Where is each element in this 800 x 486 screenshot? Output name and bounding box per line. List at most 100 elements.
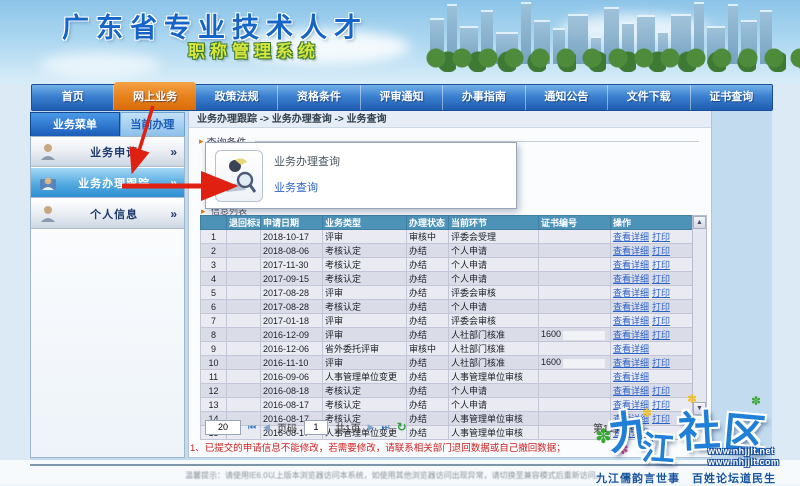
print-link[interactable]: 打印 [652,260,670,270]
scroll-up-icon[interactable]: ▲ [693,216,706,229]
cell-cert-number [539,342,611,356]
cell-business-type: 人事管理单位变更 [323,370,407,384]
cell-operations: 查看详细打印 [611,230,693,244]
cell-status: 审核中 [407,342,449,356]
sidebar-item-business-application[interactable]: 业务申请 » [31,137,184,167]
view-detail-link[interactable]: 查看详细 [613,288,649,298]
cell-current-stage: 评委会审核 [449,286,539,300]
first-page-icon[interactable]: ⏮ [248,422,256,433]
prev-page-icon[interactable]: ◀ [263,422,270,433]
sidebar-item-label: 业务申请 [58,144,170,160]
site-subtitle: 职称管理系统 [188,37,320,62]
table-row: 92016-12-06省外委托评审审核中人社部门核准查看详细 [201,342,693,356]
last-page-icon[interactable]: ⏭ [382,422,390,433]
sidebar-item-business-tracking[interactable]: 业务办理跟踪 » [31,168,184,198]
cloud-decoration [40,52,160,78]
sidebar-tab-current-processing[interactable]: 当前办理 [120,112,185,136]
column-header: 当前环节 [449,216,539,230]
sidebar-tab-business-menu[interactable]: 业务菜单 [30,112,120,136]
nav-tab-8[interactable]: 证书查询 [691,85,772,110]
cell-business-type: 考核认定 [323,244,407,258]
cell-return-flag [227,384,261,398]
cell-current-stage: 个人申请 [449,244,539,258]
nav-tab-4[interactable]: 评审通知 [361,85,443,110]
cell-operations: 查看详细打印 [611,328,693,342]
scroll-down-icon[interactable]: ▼ [693,402,706,415]
refresh-icon[interactable]: ↻ [397,420,407,434]
cell-return-flag [227,272,261,286]
cell-apply-date: 2016-08-18 [261,384,323,398]
cell-operations: 查看详细打印 [611,300,693,314]
column-header: 业务类型 [323,216,407,230]
cell-apply-date: 2018-08-06 [261,244,323,258]
view-detail-link[interactable]: 查看详细 [613,386,649,396]
warning-note: 1、已提交的申请信息不能修改，若需要修改，请联系相关部门退回数据或自己撤回数据； [190,440,660,454]
cell-cert-number [539,384,611,398]
print-link[interactable]: 打印 [652,288,670,298]
view-detail-link[interactable]: 查看详细 [613,330,649,340]
view-detail-link[interactable]: 查看详细 [613,302,649,312]
page-size-input[interactable] [205,420,241,435]
table-row: 32017-11-30考核认定办结个人申请查看详细打印 [201,258,693,272]
business-query-link[interactable]: 业务查询 [274,179,318,195]
nav-tab-5[interactable]: 办事指南 [443,85,525,110]
view-detail-link[interactable]: 查看详细 [613,358,649,368]
cell-seq: 9 [201,342,227,356]
page-number-input[interactable] [304,420,328,435]
print-link[interactable]: 打印 [652,302,670,312]
table-scrollbar[interactable]: ▲ ▼ [692,215,707,416]
nav-tab-6[interactable]: 通知公告 [526,85,608,110]
view-detail-link[interactable]: 查看详细 [613,316,649,326]
sidebar-tabs: 业务菜单 当前办理 [30,112,185,136]
page: 广东省专业技术人才 职称管理系统 首页网上业务政策法规资格条件评审通知办事指南通… [0,0,800,484]
row-range-text: 第1到15行 [593,420,640,435]
nav-tab-7[interactable]: 文件下载 [608,85,690,110]
sidebar-item-label: 业务办理跟踪 [58,175,170,191]
view-detail-link[interactable]: 查看详细 [613,232,649,242]
sidebar: 业务申请 » 业务办理跟踪 » 个人信息 » [30,136,185,458]
view-detail-link[interactable]: 查看详细 [613,372,649,382]
person-icon [38,142,58,162]
print-link[interactable]: 打印 [652,316,670,326]
view-detail-link[interactable]: 查看详细 [613,400,649,410]
sidebar-item-personal-info[interactable]: 个人信息 » [31,199,184,229]
print-link[interactable]: 打印 [652,246,670,256]
nav-tab-3[interactable]: 资格条件 [278,85,360,110]
footer-tip: 温馨提示：请使用IE6.0以上版本浏览器访问本系统，如使用其他浏览器访问出现异常… [185,470,635,481]
cell-apply-date: 2017-08-28 [261,300,323,314]
cell-status: 办结 [407,328,449,342]
cell-current-stage: 人社部门核准 [449,356,539,370]
nav-tab-2[interactable]: 政策法规 [196,85,278,110]
print-link[interactable]: 打印 [652,232,670,242]
footer-divider [30,464,772,466]
print-link[interactable]: 打印 [652,386,670,396]
print-link[interactable]: 打印 [652,400,670,410]
next-page-icon[interactable]: ▶ [368,422,375,433]
table-body: 12018-10-17评审审核中评委会受理查看详细打印22018-08-06考核… [201,230,693,440]
table-row: 82016-12-09评审办结人社部门核准1600查看详细打印 [201,328,693,342]
column-header: 证书编号 [539,216,611,230]
business-table-wrap: 退回标志申请日期业务类型办理状态当前环节证书编号操作 12018-10-17评审… [200,215,693,440]
column-header: 申请日期 [261,216,323,230]
nav-tab-1[interactable]: 网上业务 [114,82,195,110]
cell-cert-number [539,398,611,412]
cell-apply-date: 2017-09-15 [261,272,323,286]
table-row: 102016-11-10评审办结人社部门核准1600查看详细打印 [201,356,693,370]
print-link[interactable]: 打印 [652,358,670,368]
cell-return-flag [227,286,261,300]
print-link[interactable]: 打印 [652,330,670,340]
view-detail-link[interactable]: 查看详细 [613,344,649,354]
table-row: 112016-09-06人事管理单位变更办结人事管理单位审核查看详细 [201,370,693,384]
nav-tab-0[interactable]: 首页 [32,85,114,110]
print-link[interactable]: 打印 [652,414,670,424]
print-link[interactable]: 打印 [652,274,670,284]
cell-seq: 4 [201,272,227,286]
view-detail-link[interactable]: 查看详细 [613,246,649,256]
cell-status: 审核中 [407,230,449,244]
cell-seq: 12 [201,384,227,398]
cell-cert-number [539,300,611,314]
view-detail-link[interactable]: 查看详细 [613,260,649,270]
cell-business-type: 考核认定 [323,272,407,286]
cell-business-type: 评审 [323,314,407,328]
view-detail-link[interactable]: 查看详细 [613,274,649,284]
